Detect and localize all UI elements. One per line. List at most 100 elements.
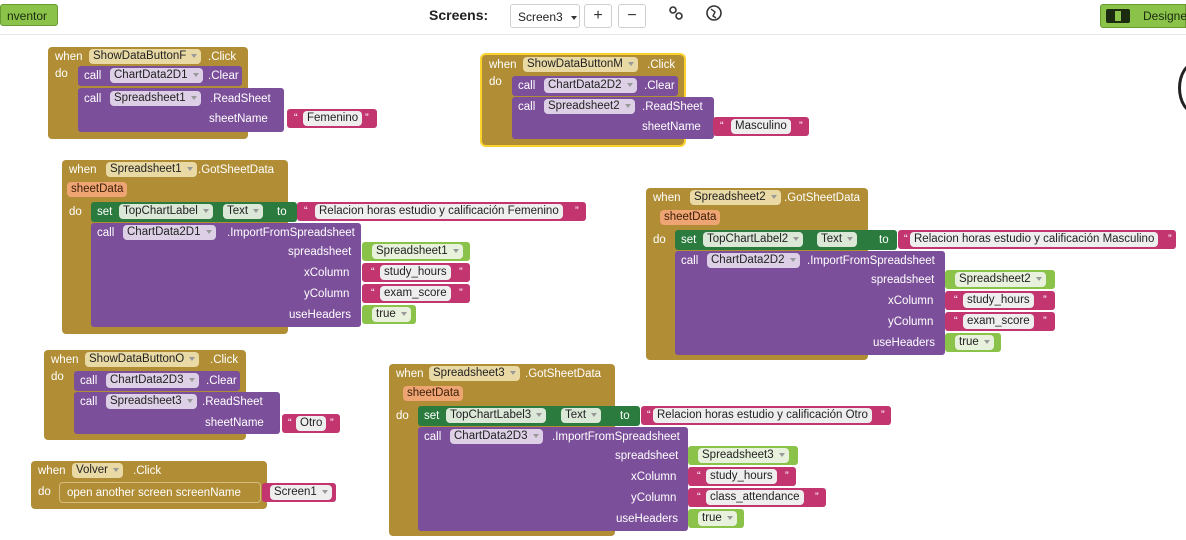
call-import-block[interactable]: call ChartData2D1 .ImportFromSpreadsheet… <box>91 223 361 327</box>
text-value[interactable]: Relacion horas estudio y calificación Fe… <box>315 204 563 219</box>
logic-dropdown[interactable]: true <box>372 307 411 322</box>
call-readsheet-block[interactable]: call Spreadsheet2 .ReadSheet sheetName <box>512 97 714 139</box>
spreadsheet-label: spreadsheet <box>615 450 679 462</box>
remove-screen-button[interactable]: − <box>618 4 646 28</box>
do-label: do <box>51 371 64 383</box>
text-block-screen1[interactable]: Screen1 <box>262 483 336 502</box>
open-screen-label: open another screen screenName <box>67 487 241 499</box>
call-clear-block[interactable]: call ChartData2D1 .Clear <box>78 66 242 86</box>
text-block-y[interactable]: “ exam_score ” <box>945 312 1055 331</box>
sheetdata-param[interactable]: sheetData <box>403 386 464 401</box>
text-value[interactable]: Femenino <box>303 111 363 126</box>
spreadsheet-dropdown[interactable]: Spreadsheet2 <box>955 272 1046 287</box>
chart-dropdown[interactable]: ChartData2D1 <box>110 68 203 83</box>
button-dropdown[interactable]: ShowDataButtonM <box>523 57 638 72</box>
text-value[interactable]: class_attendance <box>706 490 804 505</box>
call-label: call <box>80 375 98 387</box>
inventor-logo-button[interactable]: nventor <box>0 4 58 26</box>
sheetdata-param[interactable]: sheetData <box>660 210 721 225</box>
text-value[interactable]: Otro <box>296 416 327 431</box>
label-dropdown[interactable]: TopChartLabel2 <box>703 232 804 247</box>
screen-select[interactable]: Screen3 <box>510 4 580 28</box>
text-value[interactable]: Masculino <box>731 119 791 134</box>
call-clear-block[interactable]: call ChartData2D3 .Clear <box>74 371 240 391</box>
spreadsheet-dropdown[interactable]: Spreadsheet1 <box>106 162 197 177</box>
text-block-y[interactable]: “ class_attendance ” <box>688 488 826 507</box>
set-label-text-block[interactable]: set TopChartLabel Text to <box>91 202 297 222</box>
designer-label: Designe <box>1143 9 1186 23</box>
text-value[interactable]: Relacion horas estudio y calificación Ma… <box>910 232 1159 247</box>
button-dropdown[interactable]: ShowDataButtonF <box>89 49 202 64</box>
screen-select-value: Screen3 <box>518 10 563 24</box>
chart-dropdown[interactable]: ChartData2D2 <box>544 78 637 93</box>
spreadsheet-dropdown[interactable]: Spreadsheet3 <box>429 366 520 381</box>
component-block[interactable]: Spreadsheet2 <box>945 270 1055 289</box>
property-dropdown[interactable]: Text <box>561 408 602 423</box>
when-label: when <box>38 465 66 477</box>
text-value[interactable]: study_hours <box>963 293 1034 308</box>
spreadsheet-dropdown[interactable]: Spreadsheet2 <box>544 99 635 114</box>
do-label: do <box>653 234 666 246</box>
text-block-y[interactable]: “ exam_score ” <box>362 284 470 303</box>
designer-button[interactable]: Designe <box>1100 4 1186 28</box>
logic-dropdown[interactable]: true <box>698 511 737 526</box>
text-value[interactable]: Relacion horas estudio y calificación Ot… <box>653 408 872 423</box>
text-block-x[interactable]: “ study_hours ” <box>945 291 1055 310</box>
when-label: when <box>55 51 83 63</box>
project-properties-button[interactable] <box>662 4 690 28</box>
clear-label: .Clear <box>208 70 239 82</box>
text-block-title[interactable]: “ Relacion horas estudio y calificación … <box>297 202 586 221</box>
text-value[interactable]: study_hours <box>706 469 777 484</box>
spreadsheet-dropdown[interactable]: Spreadsheet3 <box>698 448 789 463</box>
spreadsheet-dropdown[interactable]: Spreadsheet1 <box>110 91 201 106</box>
add-screen-button[interactable]: + <box>584 4 612 28</box>
call-readsheet-block[interactable]: call Spreadsheet1 .ReadSheet sheetName <box>78 88 284 132</box>
text-block-title[interactable]: “ Relacion horas estudio y calificación … <box>641 406 891 425</box>
text-block-x[interactable]: “ study_hours ” <box>688 467 796 486</box>
set-label-text-block[interactable]: set TopChartLabel2 Text to <box>675 230 897 250</box>
button-dropdown[interactable]: ShowDataButtonO <box>85 352 200 367</box>
language-button[interactable] <box>700 4 728 28</box>
spreadsheet-dropdown[interactable]: Spreadsheet2 <box>690 190 781 205</box>
logic-true-block[interactable]: true <box>945 333 1001 352</box>
call-clear-block[interactable]: call ChartData2D2 .Clear <box>512 76 678 96</box>
chart-dropdown[interactable]: ChartData2D1 <box>123 225 216 240</box>
label-dropdown[interactable]: TopChartLabel3 <box>446 408 547 423</box>
do-label: do <box>55 68 68 80</box>
text-value[interactable]: exam_score <box>380 286 451 301</box>
call-readsheet-block[interactable]: call Spreadsheet3 .ReadSheet sheetName <box>74 392 280 434</box>
logic-dropdown[interactable]: true <box>955 335 994 350</box>
text-value[interactable]: exam_score <box>963 314 1034 329</box>
open-another-screen-block[interactable]: open another screen screenName <box>59 482 261 503</box>
logic-true-block[interactable]: true <box>688 509 744 528</box>
workspace-control-icon[interactable] <box>1178 62 1186 114</box>
spreadsheet-dropdown[interactable]: Spreadsheet3 <box>106 394 197 409</box>
component-block[interactable]: Spreadsheet3 <box>688 446 798 465</box>
call-import-block[interactable]: call ChartData2D3 .ImportFromSpreadsheet… <box>418 427 688 531</box>
spreadsheet-dropdown[interactable]: Spreadsheet1 <box>372 244 463 259</box>
component-block[interactable]: Spreadsheet1 <box>362 242 470 261</box>
property-dropdown[interactable]: Text <box>223 204 264 219</box>
chart-dropdown[interactable]: ChartData2D3 <box>106 373 199 388</box>
sheetdata-param[interactable]: sheetData <box>67 182 128 197</box>
sheetname-label: sheetName <box>642 121 701 133</box>
property-dropdown[interactable]: Text <box>817 232 858 247</box>
chart-dropdown[interactable]: ChartData2D2 <box>707 253 800 268</box>
ycolumn-label: yColumn <box>304 288 350 300</box>
label-dropdown[interactable]: TopChartLabel <box>119 204 213 219</box>
logic-true-block[interactable]: true <box>362 305 416 324</box>
set-label-text-block[interactable]: set TopChartLabel3 Text to <box>418 406 640 426</box>
screen-dropdown[interactable]: Screen1 <box>270 485 332 500</box>
clear-label: .Clear <box>644 80 675 92</box>
text-block-x[interactable]: “ study_hours ” <box>362 263 470 282</box>
text-block-masculino[interactable]: “ Masculino ” <box>713 117 809 136</box>
text-block-femenino[interactable]: “ Femenino ” <box>287 109 377 128</box>
chart-dropdown[interactable]: ChartData2D3 <box>450 429 543 444</box>
button-dropdown[interactable]: Volver <box>72 463 123 478</box>
text-value[interactable]: study_hours <box>380 265 451 280</box>
text-block-otro[interactable]: “ Otro ” <box>282 414 340 433</box>
call-label: call <box>97 227 115 239</box>
call-import-block[interactable]: call ChartData2D2 .ImportFromSpreadsheet… <box>675 251 945 355</box>
text-block-title[interactable]: “ Relacion horas estudio y calificación … <box>898 230 1176 249</box>
sheetname-label: sheetName <box>209 113 268 125</box>
